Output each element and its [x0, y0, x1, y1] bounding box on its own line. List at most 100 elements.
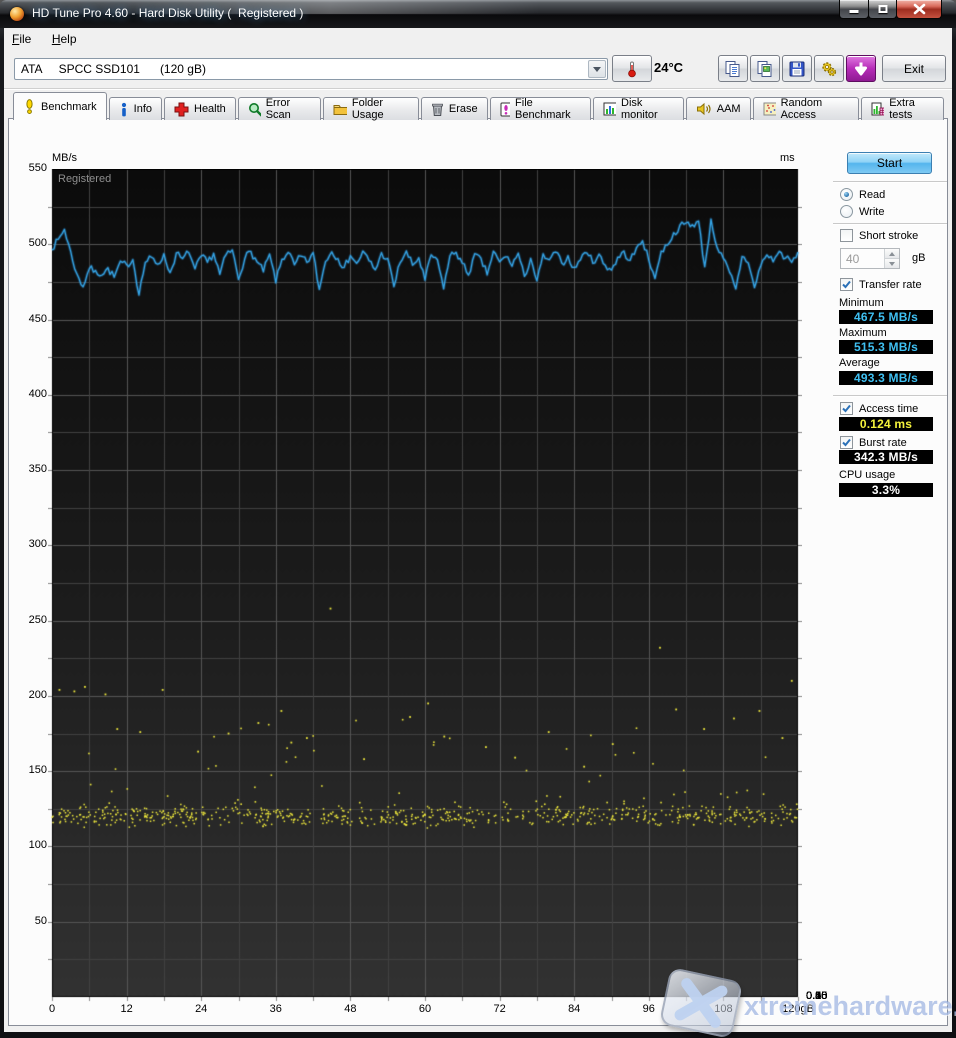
drive-selector-value: ATA SPCC SSD101 (120 gB) [15, 62, 588, 76]
menu-help[interactable]: Help [44, 28, 85, 50]
burst-rate-checkbox[interactable] [840, 436, 853, 449]
download-arrow-icon [852, 60, 870, 78]
short-stroke-checkbox[interactable] [840, 229, 853, 242]
minimum-label: Minimum [839, 297, 884, 309]
axis-tick-label: 550 [11, 162, 47, 174]
info-icon [119, 102, 129, 117]
client-area: File Help ATA SPCC SSD101 (120 gB) 24°C [4, 28, 952, 1032]
chevron-down-icon[interactable] [588, 60, 606, 78]
copy-text-button[interactable] [718, 55, 748, 82]
tab-disk-monitor[interactable]: Disk monitor [593, 97, 684, 120]
error-scan-icon [248, 102, 261, 117]
disk-monitor-icon [603, 102, 616, 116]
axis-tick-label: 48 [328, 1003, 372, 1015]
window-controls [840, 0, 942, 19]
tab-error-scan[interactable]: Error Scan [238, 97, 321, 120]
check-icon [841, 437, 852, 448]
copy-image-icon [756, 60, 774, 78]
exit-button[interactable]: Exit [882, 55, 946, 82]
maximize-button[interactable] [868, 0, 897, 19]
spinner-up-button[interactable] [885, 249, 899, 259]
tab-benchmark[interactable]: Benchmark [13, 92, 107, 120]
folder-icon [333, 102, 347, 116]
minimize-button[interactable] [839, 0, 869, 19]
transfer-rate-checkbox[interactable] [840, 278, 853, 291]
benchmark-panel: MB/s ms Registered 550500450400350300250… [8, 118, 948, 1026]
write-radio[interactable] [840, 205, 853, 218]
axis-tick-label: 450 [11, 313, 47, 325]
axis-tick-label: 100 [11, 839, 47, 851]
registered-watermark: Registered [58, 173, 111, 185]
tab-info[interactable]: Info [109, 97, 162, 120]
aam-icon [696, 102, 712, 116]
axis-tick-label: 60 [403, 1003, 447, 1015]
tab-file-benchmark[interactable]: File Benchmark [490, 97, 591, 120]
save-button[interactable] [782, 55, 812, 82]
cpu-usage-label: CPU usage [839, 469, 895, 481]
axis-tick-label: 500 [11, 237, 47, 249]
axis-tick-label: 250 [11, 614, 47, 626]
title-bar[interactable]: HD Tune Pro 4.60 - Hard Disk Utility ( R… [0, 0, 956, 28]
menu-file[interactable]: File [4, 28, 39, 50]
tab-aam[interactable]: AAM [686, 97, 751, 120]
access-time-row[interactable]: Access time [840, 402, 918, 415]
tab-folder-usage[interactable]: Folder Usage [323, 97, 419, 120]
write-radio-row[interactable]: Write [840, 205, 884, 218]
burst-rate-row[interactable]: Burst rate [840, 436, 907, 449]
axis-tick-label: 350 [11, 463, 47, 475]
access-time-checkbox[interactable] [840, 402, 853, 415]
y-left-unit-label: MB/s [52, 152, 77, 164]
tab-erase[interactable]: Erase [421, 97, 488, 120]
axis-tick-label: 84 [552, 1003, 596, 1015]
app-icon [10, 7, 24, 21]
tab-health[interactable]: Health [164, 97, 236, 120]
burst-rate-value: 342.3 MB/s [839, 450, 933, 464]
maximum-value: 515.3 MB/s [839, 340, 933, 354]
thermometer-icon [625, 60, 639, 78]
close-icon [897, 0, 943, 19]
close-button[interactable] [896, 0, 942, 19]
axis-tick-label: 300 [11, 538, 47, 550]
axis-tick-label: 150 [11, 764, 47, 776]
check-icon [841, 403, 852, 414]
average-value: 493.3 MB/s [839, 371, 933, 385]
access-time-value: 0.124 ms [839, 417, 933, 431]
axis-tick-label: 200 [11, 689, 47, 701]
tab-bar: Benchmark Info Health Err [13, 93, 946, 120]
temperature-button[interactable] [612, 55, 652, 82]
tab-extra-tests[interactable]: Extra tests [861, 97, 944, 120]
capacity-value: 40 [841, 249, 884, 268]
read-radio[interactable] [840, 188, 853, 201]
capacity-spinner[interactable]: 40 [840, 248, 900, 269]
transfer-rate-row[interactable]: Transfer rate [840, 278, 922, 291]
copy-text-icon [724, 60, 742, 78]
separator [833, 395, 947, 397]
app-window: HD Tune Pro 4.60 - Hard Disk Utility ( R… [0, 0, 956, 1038]
axis-tick-label: 36 [254, 1003, 298, 1015]
short-stroke-row[interactable]: Short stroke [840, 229, 918, 242]
axis-tick-label: 24 [179, 1003, 223, 1015]
capacity-unit-label: gB [912, 252, 925, 264]
minimize-icon [850, 10, 859, 13]
tab-random-access[interactable]: Random Access [753, 97, 860, 120]
check-icon [841, 279, 852, 290]
y-right-unit-label: ms [780, 152, 795, 164]
screenshot-button[interactable] [846, 55, 876, 82]
average-label: Average [839, 357, 880, 369]
random-access-icon [763, 102, 776, 116]
cpu-usage-value: 3.3% [839, 483, 933, 497]
copy-image-button[interactable] [750, 55, 780, 82]
separator [833, 223, 947, 225]
maximize-icon [878, 5, 887, 13]
erase-icon [431, 102, 444, 117]
separator [833, 181, 947, 183]
menu-bar: File Help [4, 28, 952, 52]
axis-tick-label: 72 [478, 1003, 522, 1015]
start-button[interactable]: Start [847, 152, 932, 174]
spinner-down-button[interactable] [885, 259, 899, 268]
drive-selector[interactable]: ATA SPCC SSD101 (120 gB) [14, 58, 608, 80]
extra-tests-icon [871, 102, 884, 116]
options-icon [820, 60, 838, 78]
options-button[interactable] [814, 55, 844, 82]
read-radio-row[interactable]: Read [840, 188, 885, 201]
